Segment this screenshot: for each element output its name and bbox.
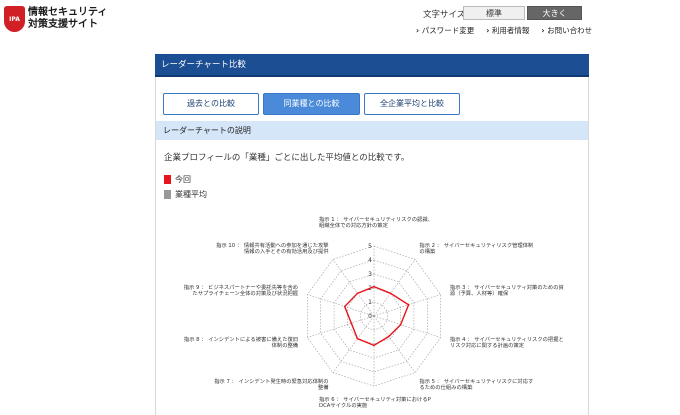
radar-series-current: [343, 285, 410, 347]
radar-point: [350, 322, 353, 325]
radar-spoke: [332, 315, 375, 373]
radar-point: [373, 344, 375, 347]
radar-axis-label: 指示 10 ： 情報共有活動への参加を通じた攻撃: [216, 241, 329, 249]
radar-axis-label: 指示 3 ： サイバーセキュリティ対策のための資: [450, 283, 564, 291]
radar-point: [356, 337, 359, 340]
radar-point: [343, 305, 346, 308]
radar-point: [407, 303, 410, 306]
radar-tick-label: 5: [368, 243, 372, 250]
radar-axis-label: 指示 7 ： インシデント発生時の緊急対応体制の: [214, 377, 328, 385]
radar-axis-label: の構築: [419, 247, 436, 255]
radar-axis-label: 指示 4 ： サイバーセキュリティリスクの把握と: [450, 335, 564, 343]
radar-chart: 543210指示 1 ： サイバーセキュリティリスクの認識、組織全体での対応方針…: [184, 215, 564, 409]
radar-axis-label: るための仕組みの構築: [419, 383, 473, 391]
radar-axis-label: 体制の整備: [272, 341, 299, 349]
radar-axis-label: たサプライチェーン全体の対策及び状況把握: [192, 289, 298, 297]
radar-axis-label: 情報の入手とその有効活用及び提供: [244, 247, 329, 255]
radar-axis-label: 指示 2 ： サイバーセキュリティリスク管理体制: [419, 241, 533, 249]
radar-axis-label: リスク対応に関する計画の策定: [450, 341, 525, 349]
radar-spoke: [373, 259, 416, 317]
radar-axis-label: 源（予算、人材等）確保: [450, 289, 509, 297]
radar-axis-label: 整備: [318, 383, 329, 391]
radar-spoke: [373, 315, 416, 373]
radar-point: [389, 292, 392, 295]
radar-point: [356, 292, 359, 295]
radar-axis-label: 指示 8 ： インシデントによる被害に備えた復旧: [184, 335, 298, 343]
radar-spoke: [307, 294, 375, 317]
radar-spoke: [373, 294, 441, 317]
radar-axis-label: 指示 6 ： サイバーセキュリティ対策におけるP: [319, 395, 432, 403]
radar-axis-label: 指示 5 ： サイバーセキュリティリスクに対応す: [419, 377, 533, 385]
radar-axis-label: 指示 9 ： ビジネスパートナーや委託先等を含め: [184, 283, 298, 291]
radar-tick-label: 0: [368, 313, 372, 320]
radar-spoke: [373, 315, 441, 338]
radar-spoke: [307, 315, 375, 338]
radar-point: [399, 323, 402, 326]
radar-axis-label: 指示 1 ： サイバーセキュリティリスクの認識、: [319, 215, 433, 223]
radar-point: [373, 285, 375, 288]
radar-axis-label: DCAサイクルの実施: [319, 401, 368, 409]
radar-axis-label: 組織全体での対応方針の策定: [319, 221, 389, 229]
radar-tick-label: 1: [368, 299, 372, 306]
radar-tick-label: 4: [368, 257, 372, 264]
radar-point: [387, 335, 390, 338]
radar-tick-label: 3: [368, 271, 372, 278]
